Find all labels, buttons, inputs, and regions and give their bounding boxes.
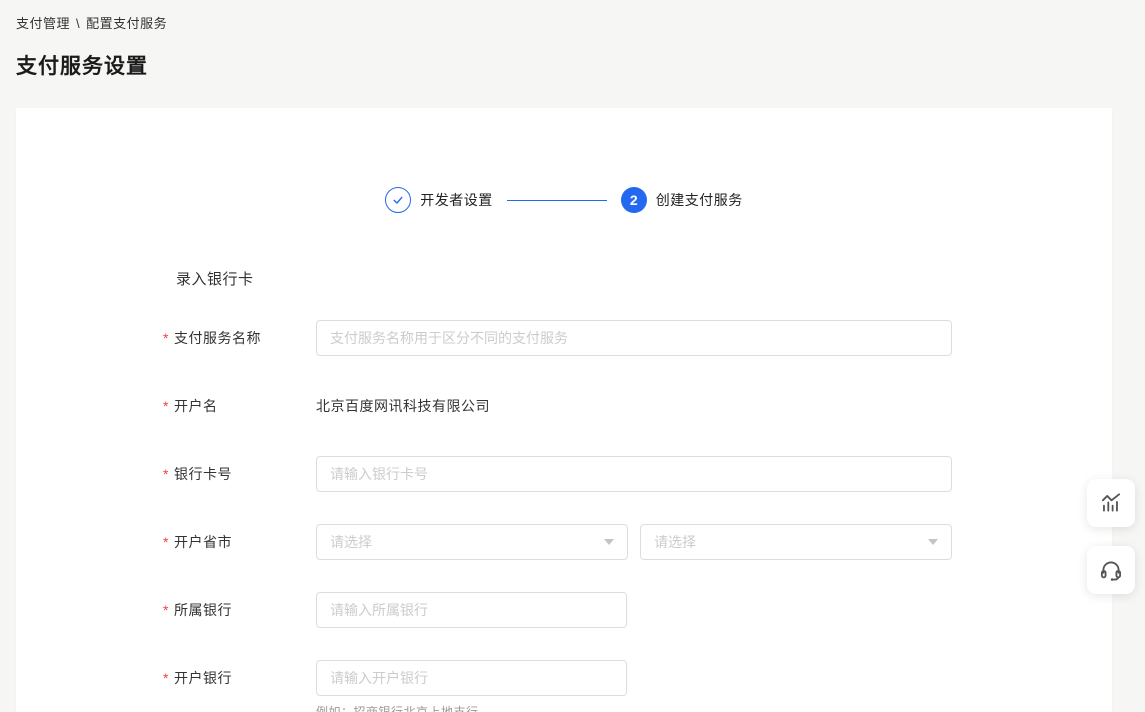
- field-label-text: 开户银行: [174, 670, 232, 686]
- chevron-down-icon: [928, 539, 938, 545]
- field-label: * 银行卡号: [163, 464, 316, 484]
- province-city-selects: 请选择 请选择: [316, 524, 952, 560]
- field-label-text: 所属银行: [174, 602, 232, 618]
- form-row-province-city: * 开户省市 请选择 请选择: [163, 524, 1112, 560]
- form-row-account-name: * 开户名 北京百度网讯科技有限公司: [163, 388, 1112, 424]
- chevron-down-icon: [604, 539, 614, 545]
- step-active-circle: 2: [621, 187, 647, 213]
- field-label-text: 开户省市: [174, 534, 232, 550]
- field-label-text: 银行卡号: [174, 466, 232, 482]
- required-asterisk: *: [163, 466, 169, 482]
- form-row-bank: * 所属银行: [163, 592, 1112, 628]
- required-asterisk: *: [163, 602, 169, 618]
- branch-bank-hint: 例如：招商银行北京上地支行: [316, 703, 1112, 712]
- customer-support-button[interactable]: [1087, 546, 1135, 594]
- breadcrumb-item-payment-management[interactable]: 支付管理: [16, 16, 70, 31]
- stepper-connector: [507, 200, 607, 201]
- breadcrumb-item-configure-payment-service: 配置支付服务: [86, 16, 167, 31]
- payment-service-name-input[interactable]: [316, 320, 952, 356]
- breadcrumb-separator: \: [76, 16, 80, 31]
- required-asterisk: *: [163, 670, 169, 686]
- required-asterisk: *: [163, 534, 169, 550]
- city-select-placeholder: 请选择: [654, 532, 696, 552]
- section-title-enter-bank-card: 录入银行卡: [176, 268, 1112, 289]
- form-row-card-number: * 银行卡号: [163, 456, 1112, 492]
- account-name-value: 北京百度网讯科技有限公司: [316, 396, 490, 416]
- branch-bank-input[interactable]: [316, 660, 627, 696]
- step-completed-circle: [385, 187, 411, 213]
- field-label: * 开户名: [163, 396, 316, 416]
- field-label: * 开户省市: [163, 532, 316, 552]
- page-title: 支付服务设置: [16, 50, 148, 80]
- field-label: * 开户银行: [163, 668, 316, 688]
- analytics-chart-icon: [1098, 490, 1124, 516]
- bank-name-input[interactable]: [316, 592, 627, 628]
- step-developer-settings: 开发者设置: [385, 187, 493, 213]
- stepper: 开发者设置 2 创建支付服务: [16, 186, 1112, 214]
- step-label: 开发者设置: [420, 190, 493, 210]
- province-select-placeholder: 请选择: [330, 532, 372, 552]
- form-row-service-name: * 支付服务名称: [163, 320, 1112, 356]
- required-asterisk: *: [163, 330, 169, 346]
- step-create-payment-service: 2 创建支付服务: [621, 187, 743, 213]
- required-asterisk: *: [163, 398, 169, 414]
- city-select[interactable]: 请选择: [640, 524, 952, 560]
- breadcrumb: 支付管理 \ 配置支付服务: [16, 13, 167, 32]
- bank-card-number-input[interactable]: [316, 456, 952, 492]
- field-label: * 支付服务名称: [163, 328, 316, 348]
- field-label-text: 支付服务名称: [174, 330, 261, 346]
- field-label-text: 开户名: [174, 398, 218, 414]
- form-row-branch: * 开户银行: [163, 660, 1112, 696]
- check-icon: [391, 193, 405, 207]
- analytics-button[interactable]: [1087, 479, 1135, 527]
- province-select[interactable]: 请选择: [316, 524, 628, 560]
- step-label: 创建支付服务: [656, 190, 743, 210]
- headset-support-icon: [1098, 557, 1124, 583]
- bank-card-form: * 支付服务名称 * 开户名 北京百度网讯科技有限公司 * 银行卡号 * 开户省市 请选…: [163, 320, 1112, 712]
- content-panel: 开发者设置 2 创建支付服务 录入银行卡 * 支付服务名称 * 开户名 北京百度网讯…: [16, 108, 1112, 712]
- field-label: * 所属银行: [163, 600, 316, 620]
